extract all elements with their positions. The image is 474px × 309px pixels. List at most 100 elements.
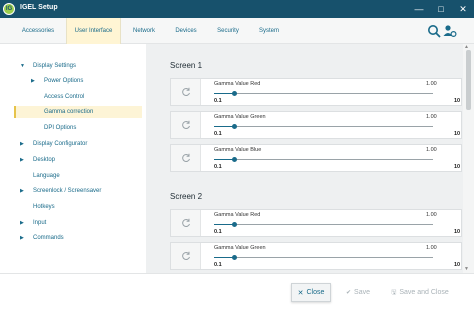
chevron-right-icon[interactable]: ▶ (20, 138, 24, 150)
save-and-close-button[interactable]: 🖫 Save and Close (384, 283, 456, 302)
sidebar-item-label: Desktop (33, 157, 56, 163)
save-and-close-label: Save and Close (399, 289, 449, 296)
slider-min: 0.1 (214, 229, 222, 235)
chevron-right-icon[interactable]: ▶ (20, 232, 24, 244)
gamma-slider[interactable] (214, 123, 433, 129)
sidebar-item-display-settings[interactable]: ▼ Display Settings (20, 60, 77, 72)
setting-value: 1.00 (426, 114, 437, 120)
sidebar: ▼ Display Settings ▶ Power Options Access … (0, 44, 146, 309)
slider-handle[interactable] (232, 123, 237, 129)
chevron-right-icon[interactable]: ▶ (20, 185, 24, 197)
close-icon: ✕ (297, 289, 304, 297)
sidebar-item-label: Power Options (44, 78, 84, 84)
user-settings-icon[interactable] (443, 24, 457, 38)
gamma-green-row: Gamma Value Green 1.00 0.1 10 i (170, 242, 462, 270)
refresh-icon[interactable] (171, 79, 201, 105)
screen-1-heading: Screen 1 (170, 61, 203, 70)
setting-label: Gamma Value Red (214, 212, 261, 218)
sidebar-item-display-configurator[interactable]: ▶ Display Configurator (20, 138, 88, 150)
title-bar: IG IGEL Setup — □ ✕ (0, 0, 474, 18)
tab-devices[interactable]: Devices (168, 18, 204, 44)
sidebar-item-label: Display Configurator (33, 141, 88, 147)
sidebar-item-label: Screenlock / Screensaver (33, 188, 102, 194)
setting-label: Gamma Value Red (214, 81, 261, 87)
gamma-blue-row: Gamma Value Blue 1.00 0.1 10 i (170, 144, 462, 172)
sidebar-item-screenlock[interactable]: ▶ Screenlock / Screensaver (20, 185, 102, 197)
sidebar-item-label: Commands (33, 235, 64, 241)
sidebar-item-label: Language (33, 173, 60, 179)
setting-label: Gamma Value Green (214, 114, 266, 120)
slider-min: 0.1 (214, 262, 222, 268)
maximize-button[interactable]: □ (430, 0, 452, 18)
setting-value: 1.00 (426, 212, 437, 218)
sidebar-item-input[interactable]: ▶ Input (20, 217, 47, 229)
refresh-icon[interactable] (171, 243, 201, 269)
setting-value: 1.00 (426, 81, 437, 87)
slider-max: 10 (454, 229, 461, 235)
gamma-red-row: Gamma Value Red 1.00 0.1 10 i (170, 78, 462, 106)
chevron-right-icon[interactable]: ▶ (20, 154, 24, 166)
gamma-slider[interactable] (214, 221, 433, 227)
refresh-icon[interactable] (171, 112, 201, 138)
sidebar-item-label: Input (33, 220, 47, 226)
chevron-right-icon[interactable]: ▶ (20, 217, 24, 229)
tab-security[interactable]: Security (210, 18, 246, 44)
setting-label: Gamma Value Blue (214, 147, 262, 153)
sidebar-item-label: Hotkeys (33, 204, 55, 210)
sidebar-item-dpi-options[interactable]: DPI Options (44, 122, 76, 134)
save-label: Save (354, 289, 370, 296)
gamma-slider[interactable] (214, 156, 433, 162)
save-button[interactable]: ✔ Save (338, 283, 378, 302)
sidebar-item-label: Access Control (44, 94, 85, 100)
slider-min: 0.1 (214, 131, 222, 137)
refresh-icon[interactable] (171, 145, 201, 171)
slider-max: 10 (454, 164, 461, 170)
sidebar-item-power-options[interactable]: ▶ Power Options (31, 75, 84, 87)
settings-content: Screen 1 Gamma Value Red 1.00 0.1 10 i G… (146, 44, 463, 273)
check-icon: ✔ (346, 290, 352, 296)
sidebar-item-access-control[interactable]: Access Control (44, 91, 84, 103)
slider-max: 10 (454, 131, 461, 137)
tab-network[interactable]: Network (126, 18, 162, 44)
sidebar-item-desktop[interactable]: ▶ Desktop (20, 154, 56, 166)
sidebar-item-label: Gamma correction (44, 109, 94, 115)
sidebar-item-label: Display Settings (33, 63, 77, 69)
sidebar-item-hotkeys[interactable]: Hotkeys (33, 201, 55, 213)
chevron-right-icon[interactable]: ▶ (31, 75, 35, 87)
slider-max: 10 (454, 98, 461, 104)
slider-handle[interactable] (232, 90, 237, 96)
close-window-button[interactable]: ✕ (452, 0, 474, 18)
gamma-red-row: Gamma Value Red 1.00 0.1 10 i (170, 209, 462, 237)
tab-accessories[interactable]: Accessories (15, 18, 61, 44)
close-label: Close (306, 289, 325, 296)
sidebar-item-language[interactable]: Language (33, 170, 60, 182)
vertical-scrollbar[interactable]: ▲ ▼ (463, 44, 474, 273)
sidebar-item-commands[interactable]: ▶ Commands (20, 232, 64, 244)
save-icon: 🖫 (391, 289, 397, 296)
igel-logo-icon: IG (3, 3, 15, 15)
sidebar-item-gamma-correction[interactable]: Gamma correction (14, 106, 142, 118)
slider-min: 0.1 (214, 164, 222, 170)
gamma-slider[interactable] (214, 254, 433, 260)
setting-value: 1.00 (426, 147, 437, 153)
minimize-button[interactable]: — (408, 0, 430, 18)
scrollbar-thumb[interactable] (466, 50, 471, 110)
slider-max: 10 (454, 262, 461, 268)
footer-bar: ✕ Close ✔ Save 🖫 Save and Close (0, 273, 474, 309)
gamma-slider[interactable] (214, 90, 433, 96)
refresh-icon[interactable] (171, 210, 201, 236)
tab-user-interface[interactable]: User Interface (66, 18, 121, 44)
slider-handle[interactable] (232, 156, 237, 162)
scroll-down-icon[interactable]: ▼ (464, 266, 469, 272)
screen-2-heading: Screen 2 (170, 192, 203, 201)
gamma-green-row: Gamma Value Green 1.00 0.1 10 i (170, 111, 462, 139)
slider-handle[interactable] (232, 221, 237, 227)
slider-handle[interactable] (232, 254, 237, 260)
tab-system[interactable]: System (252, 18, 286, 44)
chevron-down-icon[interactable]: ▼ (20, 60, 25, 72)
close-button[interactable]: ✕ Close (291, 283, 331, 302)
search-icon[interactable] (427, 24, 441, 38)
sidebar-item-label: DPI Options (44, 125, 77, 131)
window-title: IGEL Setup (20, 4, 58, 11)
top-navigation: Accessories User Interface Network Devic… (0, 18, 474, 44)
